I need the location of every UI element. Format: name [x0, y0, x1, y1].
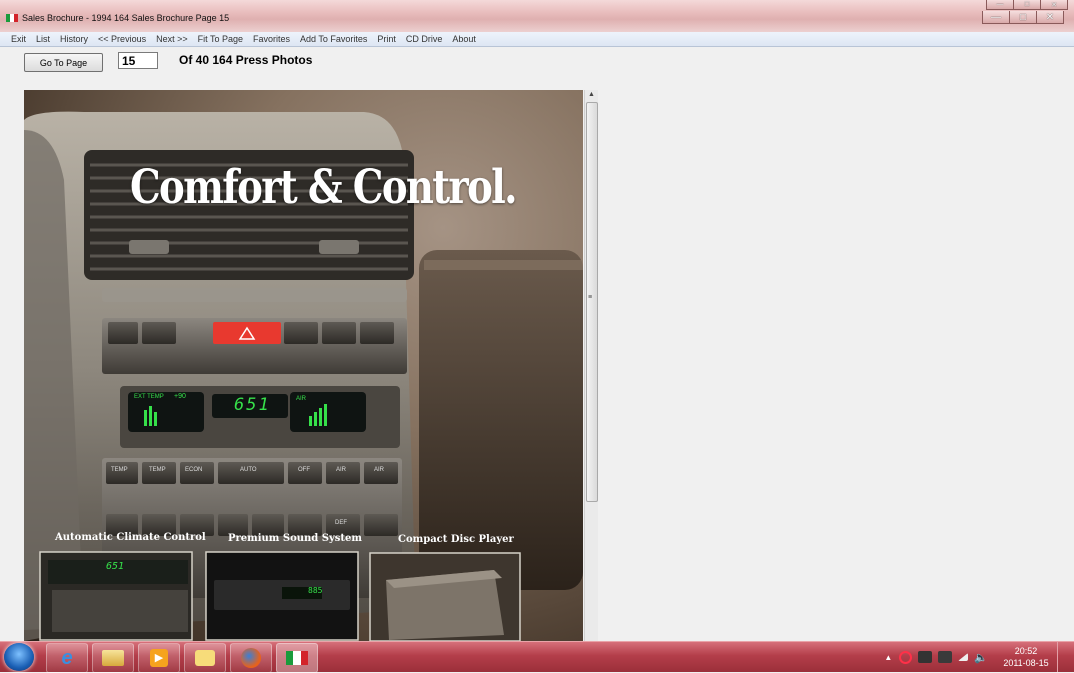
page-number-input[interactable]: 15: [118, 52, 158, 69]
econ-button-label: ECON: [185, 467, 203, 473]
caption-cd: Compact Disc Player: [398, 534, 514, 545]
wifi-tray-icon[interactable]: [938, 651, 953, 663]
menu-about[interactable]: About: [452, 34, 476, 44]
title-bar: Sales Brochure - 1994 164 Sales Brochure…: [0, 0, 1074, 32]
system-tray: ▲ 🔈 20:52 2011-08-15: [884, 642, 1068, 672]
def-button-label: DEF: [335, 520, 347, 526]
menu-print[interactable]: Print: [377, 34, 396, 44]
menu-exit[interactable]: Exit: [11, 34, 26, 44]
minimize-button[interactable]: —: [986, 0, 1014, 10]
show-hidden-icons-icon[interactable]: ▲: [884, 653, 892, 662]
menu-bar: Exit List History << Previous Next >> Fi…: [0, 32, 1074, 47]
media-player-taskbar-icon[interactable]: ▶: [138, 643, 180, 673]
radio-readout: 885: [308, 586, 323, 595]
auto-button-label: AUTO: [240, 467, 257, 473]
start-button[interactable]: [4, 643, 34, 671]
temp-up-button-label: TEMP: [149, 467, 166, 473]
hazard-button: [213, 322, 281, 344]
taskbar: e ▶ ▲ 🔈 20:52 2011-08-15: [0, 641, 1074, 673]
off-button-label: OFF: [298, 467, 310, 473]
thumb-temp-readout: 651: [106, 561, 125, 572]
air-up-button-label: AIR: [374, 467, 385, 473]
caption-climate: Automatic Climate Control: [55, 532, 206, 543]
scroll-up-arrow-icon[interactable]: ▲: [588, 91, 595, 98]
ext-temp-value: +90: [174, 393, 186, 400]
temp-readout: 651: [234, 395, 271, 415]
messenger-taskbar-icon[interactable]: [184, 643, 226, 673]
go-to-page-button[interactable]: Go To Page: [24, 53, 103, 72]
restore-button[interactable]: □: [1009, 11, 1037, 24]
page-count-label: Of 40 164 Press Photos: [179, 53, 313, 67]
app-flag-icon: [6, 14, 18, 22]
menu-next[interactable]: Next >>: [156, 34, 188, 44]
brochure-headline: Comfort & Control.: [130, 160, 518, 215]
menu-favorites[interactable]: Favorites: [253, 34, 290, 44]
volume-icon[interactable]: 🔈: [974, 651, 988, 664]
menu-list[interactable]: List: [36, 34, 50, 44]
scroll-thumb[interactable]: [586, 102, 598, 502]
firefox-taskbar-icon[interactable]: [230, 643, 272, 673]
sales-brochure-taskbar-icon[interactable]: [276, 643, 318, 673]
close-button[interactable]: ✕: [1036, 11, 1064, 24]
vertical-scrollbar[interactable]: ▲ ≡: [584, 90, 598, 641]
clock-time: 20:52: [1014, 646, 1038, 656]
brochure-page-image: Comfort & Control. EXT TEMP +90 651 AIR …: [24, 90, 583, 641]
menu-add-to-favorites[interactable]: Add To Favorites: [300, 34, 367, 44]
temp-down-button-label: TEMP: [111, 467, 128, 473]
menu-history[interactable]: History: [60, 34, 88, 44]
menu-cd-drive[interactable]: CD Drive: [406, 34, 443, 44]
scroll-grip-icon: ≡: [588, 294, 593, 301]
opera-tray-icon[interactable]: [899, 650, 913, 664]
signal-tray-icon[interactable]: [958, 653, 969, 661]
air-down-button-label: AIR: [336, 467, 347, 473]
air-label: AIR: [296, 396, 307, 402]
ext-temp-label: EXT TEMP: [134, 394, 164, 400]
menu-fit-to-page[interactable]: Fit To Page: [198, 34, 243, 44]
minimize-button[interactable]: —: [982, 11, 1010, 24]
caption-sound: Premium Sound System: [228, 533, 362, 544]
window-title: Sales Brochure - 1994 164 Sales Brochure…: [22, 13, 230, 23]
menu-previous[interactable]: << Previous: [98, 34, 146, 44]
file-explorer-taskbar-icon[interactable]: [92, 643, 134, 673]
network-adapter-tray-icon[interactable]: [918, 651, 933, 663]
show-desktop-button[interactable]: [1057, 642, 1068, 672]
maximize-button[interactable]: □: [1013, 0, 1041, 10]
close-button[interactable]: ✕: [1040, 0, 1068, 10]
clock-date: 2011-08-15: [1003, 658, 1049, 668]
clock[interactable]: 20:52 2011-08-15: [999, 645, 1053, 669]
internet-explorer-taskbar-icon[interactable]: e: [46, 643, 88, 673]
